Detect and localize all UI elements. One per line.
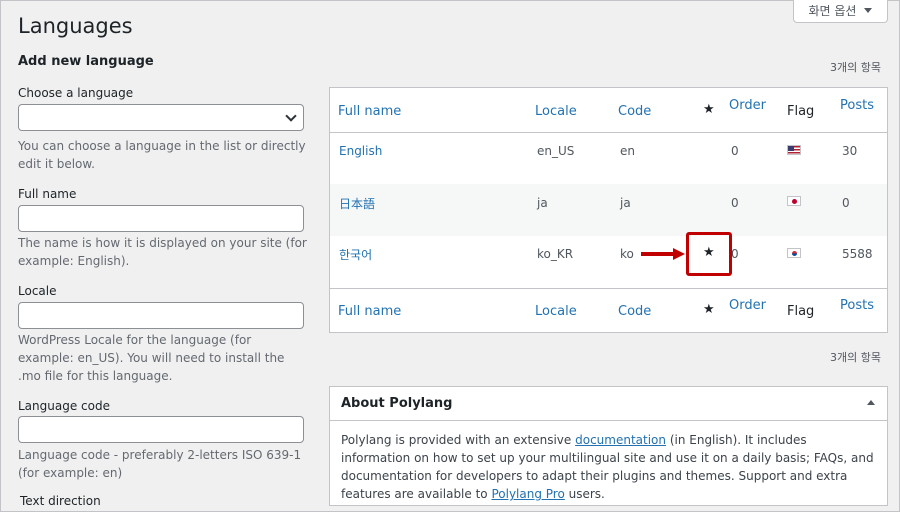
locale-input[interactable]: [18, 302, 304, 329]
full-name-help: The name is how it is displayed on your …: [18, 236, 307, 268]
about-panel-header[interactable]: About Polylang: [330, 387, 887, 421]
language-code-help: Language code - preferably 2-letters ISO…: [18, 448, 302, 480]
column-header-code[interactable]: Code: [618, 104, 651, 119]
form-heading: Add new language: [18, 54, 154, 69]
column-footer-locale[interactable]: Locale: [535, 304, 577, 319]
code-value: ko: [620, 247, 634, 261]
column-footer-flag: Flag: [787, 304, 815, 319]
jp-flag-icon: [787, 196, 801, 206]
header-divider: [330, 132, 887, 133]
chevron-down-icon: [285, 110, 297, 122]
order-value: 0: [731, 247, 739, 261]
locale-value: ja: [537, 196, 548, 210]
languages-table: Full name Locale Code ★ Order Flag Posts…: [329, 87, 888, 333]
items-count-top: 3개의 항목: [830, 61, 881, 74]
screen-options-button[interactable]: 화면 옵션: [793, 0, 888, 23]
choose-language-label: Choose a language: [18, 86, 134, 100]
choose-language-select[interactable]: [18, 104, 304, 131]
column-footer-order[interactable]: Order: [729, 298, 766, 313]
footer-divider: [330, 288, 887, 289]
us-flag-icon: [787, 145, 801, 155]
language-code-input[interactable]: [18, 416, 304, 443]
order-value: 0: [731, 196, 739, 210]
documentation-link[interactable]: documentation: [575, 433, 666, 447]
about-panel-text: Polylang is provided with an extensive d…: [330, 421, 887, 503]
column-header-full-name[interactable]: Full name: [338, 104, 401, 119]
language-name-link[interactable]: 日本語: [339, 195, 375, 212]
locale-value: en_US: [537, 144, 575, 158]
posts-count-link[interactable]: 0: [842, 196, 850, 210]
language-name-link[interactable]: English: [339, 144, 382, 158]
locale-value: ko_KR: [537, 247, 574, 261]
about-text-part: users.: [564, 487, 605, 501]
screen-options-label: 화면 옵션: [808, 3, 857, 18]
annotation-highlight-box: [686, 232, 732, 276]
row-background: [330, 184, 887, 236]
add-language-form: Add new language Choose a language You c…: [18, 54, 308, 508]
kr-flag-icon: [787, 248, 801, 258]
full-name-input[interactable]: [18, 205, 304, 232]
language-code-label: Language code: [18, 399, 110, 413]
column-header-locale[interactable]: Locale: [535, 104, 577, 119]
code-value: en: [620, 144, 635, 158]
column-header-order[interactable]: Order: [729, 98, 766, 113]
polylang-pro-link[interactable]: Polylang Pro: [491, 487, 564, 501]
locale-help: WordPress Locale for the language (for e…: [18, 333, 285, 383]
posts-count-link[interactable]: 30: [842, 144, 857, 158]
page-title: Languages: [18, 14, 133, 38]
order-value: 0: [731, 144, 739, 158]
text-direction-label: Text direction: [20, 494, 101, 508]
items-count-bottom: 3개의 항목: [830, 351, 881, 364]
default-language-star-icon: ★: [703, 302, 715, 317]
column-header-posts[interactable]: Posts: [840, 98, 874, 113]
annotation-arrow-icon: [641, 248, 685, 260]
collapse-caret-icon[interactable]: [867, 400, 875, 405]
full-name-label: Full name: [18, 187, 77, 201]
about-text-part: Polylang is provided with an extensive: [341, 433, 576, 447]
about-polylang-panel: About Polylang Polylang is provided with…: [329, 386, 888, 506]
choose-language-help: You can choose a language in the list or…: [18, 139, 306, 171]
column-footer-posts[interactable]: Posts: [840, 298, 874, 313]
posts-count-link[interactable]: 5588: [842, 247, 873, 261]
column-footer-full-name[interactable]: Full name: [338, 304, 401, 319]
default-language-star-icon: ★: [703, 102, 715, 117]
caret-down-icon: [864, 7, 873, 13]
locale-label: Locale: [18, 284, 57, 298]
language-name-link[interactable]: 한국어: [339, 246, 372, 263]
code-value: ja: [620, 196, 631, 210]
about-panel-title: About Polylang: [341, 396, 453, 411]
column-footer-code[interactable]: Code: [618, 304, 651, 319]
column-header-flag: Flag: [787, 104, 815, 119]
